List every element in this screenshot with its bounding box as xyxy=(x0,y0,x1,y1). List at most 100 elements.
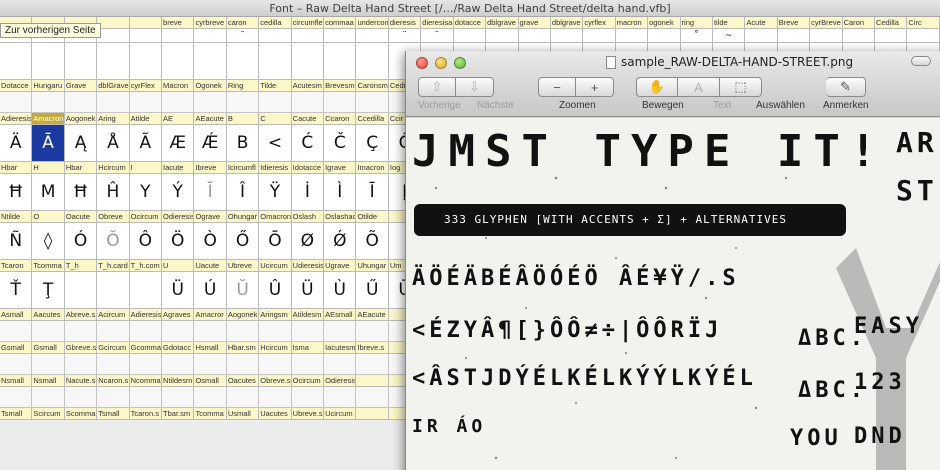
glyph-cell[interactable] xyxy=(97,387,130,408)
glyph-name-cell[interactable]: Ncomma xyxy=(129,375,163,387)
glyph-cell[interactable]: ¨ xyxy=(388,29,422,43)
glyph-cell[interactable]: İ xyxy=(291,174,325,211)
glyph-cell[interactable] xyxy=(0,321,33,342)
glyph-name-cell[interactable]: Adieresis xyxy=(0,113,33,125)
glyph-cell[interactable]: Č xyxy=(324,125,357,162)
glyph-name-cell[interactable]: Oslashac xyxy=(324,211,357,223)
glyph-name-cell[interactable]: Asmall xyxy=(0,309,33,321)
glyph-cell[interactable]: Ā xyxy=(32,125,65,162)
glyph-cell[interactable] xyxy=(810,29,843,43)
glyph-cell[interactable] xyxy=(615,29,649,43)
glyph-cell[interactable] xyxy=(64,272,98,309)
preview-titlebar[interactable]: sample_RAW-DELTA-HAND-STREET.png ⇧ ⇩ Vor… xyxy=(406,51,940,117)
glyph-name-cell[interactable]: Aacutes xyxy=(32,309,65,321)
glyph-name-cell[interactable]: ring xyxy=(680,17,713,29)
glyph-name-cell[interactable]: Hbar.sm xyxy=(226,342,260,354)
glyph-name-cell[interactable]: Adieresis xyxy=(129,309,163,321)
glyph-name-cell[interactable]: T_h.card xyxy=(97,260,130,272)
minimize-window-button[interactable] xyxy=(435,57,447,69)
glyph-cell[interactable] xyxy=(259,43,292,80)
glyph-cell[interactable] xyxy=(64,43,98,80)
glyph-cell[interactable] xyxy=(324,387,357,408)
glyph-cell[interactable] xyxy=(194,321,227,342)
glyph-cell[interactable]: Ô xyxy=(129,223,163,260)
glyph-name-cell[interactable]: Caron xyxy=(842,17,875,29)
glyph-cell[interactable] xyxy=(194,387,227,408)
glyph-cell[interactable] xyxy=(0,354,33,375)
glyph-name-cell[interactable]: dblGrave xyxy=(97,80,130,92)
glyph-name-cell[interactable]: Amacron xyxy=(32,113,65,125)
glyph-name-cell[interactable]: Ucircum xyxy=(324,408,357,420)
glyph-name-cell[interactable]: ogonek xyxy=(648,17,681,29)
glyph-cell[interactable] xyxy=(356,92,389,113)
glyph-cell[interactable] xyxy=(291,43,325,80)
glyph-name-cell[interactable]: Abreve.s xyxy=(64,309,98,321)
glyph-name-cell[interactable]: Usmall xyxy=(226,408,260,420)
glyph-cell[interactable] xyxy=(162,43,195,80)
glyph-name-cell[interactable]: Ring xyxy=(226,80,260,92)
glyph-name-cell[interactable]: Acircum xyxy=(97,309,130,321)
text-tool-button[interactable]: A xyxy=(678,77,720,97)
glyph-name-cell[interactable]: B xyxy=(226,113,260,125)
glyph-name-cell[interactable]: Gcircum xyxy=(97,342,130,354)
glyph-name-cell[interactable]: Ubreve xyxy=(226,260,260,272)
glyph-cell[interactable]: M xyxy=(32,174,65,211)
glyph-name-cell[interactable]: Nsmall xyxy=(0,375,33,387)
glyph-name-cell[interactable]: Ocircum xyxy=(129,211,163,223)
zoom-window-button[interactable] xyxy=(454,57,466,69)
glyph-cell[interactable]: Ć xyxy=(291,125,325,162)
glyph-name-cell[interactable]: Scircum xyxy=(32,408,65,420)
glyph-name-cell[interactable]: Nsmall xyxy=(32,375,65,387)
glyph-name-cell[interactable]: Ibreve.s xyxy=(356,342,389,354)
zoom-in-button[interactable]: + xyxy=(576,77,614,97)
glyph-name-cell[interactable]: Omacron xyxy=(259,211,292,223)
next-button[interactable]: ⇩ xyxy=(456,77,494,97)
glyph-cell[interactable]: Ű xyxy=(356,272,389,309)
glyph-name-cell[interactable]: Uacute xyxy=(194,260,227,272)
glyph-cell[interactable]: Ī xyxy=(356,174,389,211)
glyph-name-cell[interactable]: Uhungar xyxy=(356,260,389,272)
glyph-name-cell[interactable]: Ogonek xyxy=(194,80,227,92)
glyph-name-cell[interactable]: Obreve.s xyxy=(259,375,292,387)
glyph-name-cell[interactable]: Oacutes xyxy=(226,375,260,387)
glyph-name-cell[interactable]: commaa xyxy=(324,17,357,29)
glyph-name-cell[interactable]: Uacutes xyxy=(259,408,292,420)
glyph-name-cell[interactable]: Grave xyxy=(64,80,98,92)
glyph-name-cell[interactable]: Idotacce xyxy=(291,162,325,174)
glyph-cell[interactable] xyxy=(356,43,389,80)
glyph-cell[interactable] xyxy=(162,354,195,375)
glyph-cell[interactable] xyxy=(194,354,227,375)
glyph-cell[interactable] xyxy=(64,354,98,375)
glyph-cell[interactable] xyxy=(0,92,33,113)
glyph-name-cell[interactable]: cyrBreve xyxy=(810,17,843,29)
glyph-name-cell[interactable]: Gcomma xyxy=(129,342,163,354)
glyph-name-cell[interactable]: AEacute xyxy=(194,113,227,125)
glyph-cell[interactable] xyxy=(291,92,325,113)
glyph-name-cell[interactable]: Hbar xyxy=(0,162,33,174)
glyph-cell[interactable]: Ã xyxy=(129,125,163,162)
glyph-cell[interactable]: Ö xyxy=(162,223,195,260)
glyph-name-cell[interactable]: Hsmall xyxy=(194,342,227,354)
glyph-cell[interactable] xyxy=(291,321,325,342)
glyph-name-cell[interactable]: Tcomma xyxy=(32,260,65,272)
glyph-cell[interactable] xyxy=(486,29,519,43)
glyph-cell[interactable] xyxy=(648,29,681,43)
glyph-cell[interactable]: Ą xyxy=(64,125,98,162)
glyph-cell[interactable] xyxy=(194,29,227,43)
glyph-cell[interactable]: Ÿ xyxy=(259,174,292,211)
annotate-button[interactable]: ✎ xyxy=(826,77,866,97)
glyph-name-cell[interactable]: circumfle xyxy=(291,17,325,29)
glyph-name-cell[interactable]: Aringsm xyxy=(259,309,292,321)
glyph-name-cell[interactable]: cyrFlex xyxy=(129,80,163,92)
glyph-cell[interactable] xyxy=(129,92,163,113)
glyph-cell[interactable] xyxy=(64,92,98,113)
glyph-name-cell[interactable]: Osmall xyxy=(194,375,227,387)
glyph-cell[interactable]: Ì xyxy=(324,174,357,211)
glyph-cell[interactable] xyxy=(324,354,357,375)
glyph-name-cell[interactable]: Hcircum xyxy=(259,342,292,354)
glyph-cell[interactable]: Ŏ xyxy=(97,223,130,260)
glyph-name-cell[interactable]: AEsmall xyxy=(324,309,357,321)
glyph-cell[interactable]: Ä xyxy=(0,125,33,162)
glyph-cell[interactable] xyxy=(259,29,292,43)
glyph-name-cell[interactable]: Isma xyxy=(291,342,325,354)
